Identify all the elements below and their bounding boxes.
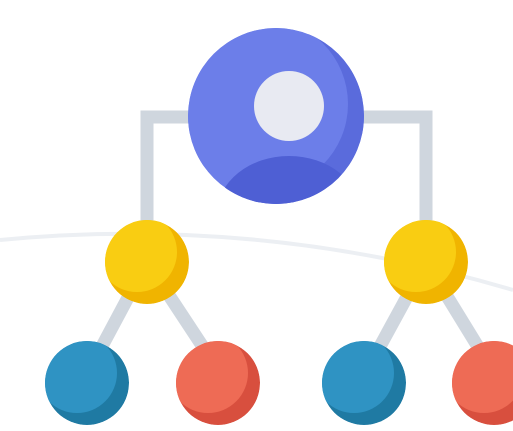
root-to-right-branch-line <box>352 110 433 225</box>
user-avatar-icon <box>254 71 324 141</box>
leaf-node-red-left <box>176 341 260 425</box>
hierarchy-diagram-svg <box>0 28 513 425</box>
leaf-node-blue-right <box>322 341 406 425</box>
leaf-node-blue-left <box>45 341 129 425</box>
root-user-node <box>188 28 364 204</box>
middle-node-right <box>384 220 468 304</box>
leaf-node-red-right <box>452 341 513 425</box>
hierarchy-diagram <box>0 0 513 431</box>
middle-node-left <box>105 220 189 304</box>
